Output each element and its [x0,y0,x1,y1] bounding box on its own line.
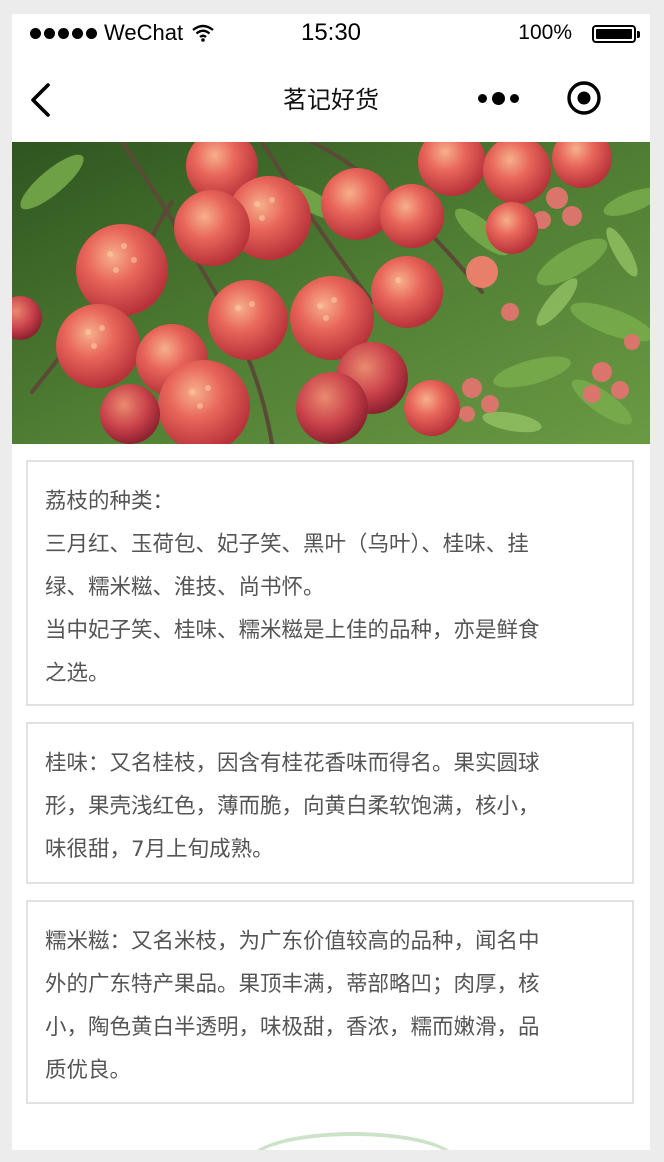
battery-percentage: 100% [518,21,572,44]
guiwei-description-card: 桂味：又名桂枝，因含有桂花香味而得名。果实圆球 形，果壳浅红色，薄而脆，向黄白柔… [26,722,634,884]
card-text-line: 外的广东特产果品。果顶丰满，蒂部略凹；肉厚，核 [45,972,540,997]
phone-screen: WeChat 15:30 100% 茗记好货 荔枝的种类： 三月红、玉荷包、妃子… [12,14,650,1150]
lychee-banner-image [12,142,650,444]
close-miniprogram-icon[interactable] [566,80,602,116]
lychee-varieties-card: 荔枝的种类： 三月红、玉荷包、妃子笑、黑叶（乌叶）、桂味、挂 绿、糯米糍、淮技、… [26,460,634,706]
page-title: 茗记好货 [283,86,379,114]
card-text-line: 当中妃子笑、桂味、糯米糍是上佳的品种，亦是鲜食 [45,618,540,643]
navigation-bar: 茗记好货 [12,54,650,142]
nuomici-description-card: 糯米糍：又名米枝，为广东价值较高的品种，闻名中 外的广东特产果品。果顶丰满，蒂部… [26,900,634,1104]
battery-icon [592,25,640,43]
card-text-line: 桂味：又名桂枝，因含有桂花香味而得名。果实圆球 [45,751,540,776]
next-image-preview [248,1132,458,1150]
card-text-line: 小，陶色黄白半透明，味极甜，香浓，糯而嫩滑，品 [45,1015,540,1040]
card-text-line: 三月红、玉荷包、妃子笑、黑叶（乌叶）、桂味、挂 [45,532,529,557]
card-text-line: 味很甜，7月上旬成熟。 [45,837,274,862]
status-bar: WeChat 15:30 100% [12,14,650,54]
card-text-line: 糯米糍：又名米枝，为广东价值较高的品种，闻名中 [45,929,540,954]
card-text-line: 形，果壳浅红色，薄而脆，向黄白柔软饱满，核小， [45,794,540,819]
card-text-line: 绿、糯米糍、淮技、尚书怀。 [45,575,325,600]
card-text-line: 之选。 [45,661,110,686]
more-options-icon[interactable] [478,92,519,105]
card-text-line: 质优良。 [45,1058,132,1083]
card-text-line: 荔枝的种类： [45,489,175,514]
